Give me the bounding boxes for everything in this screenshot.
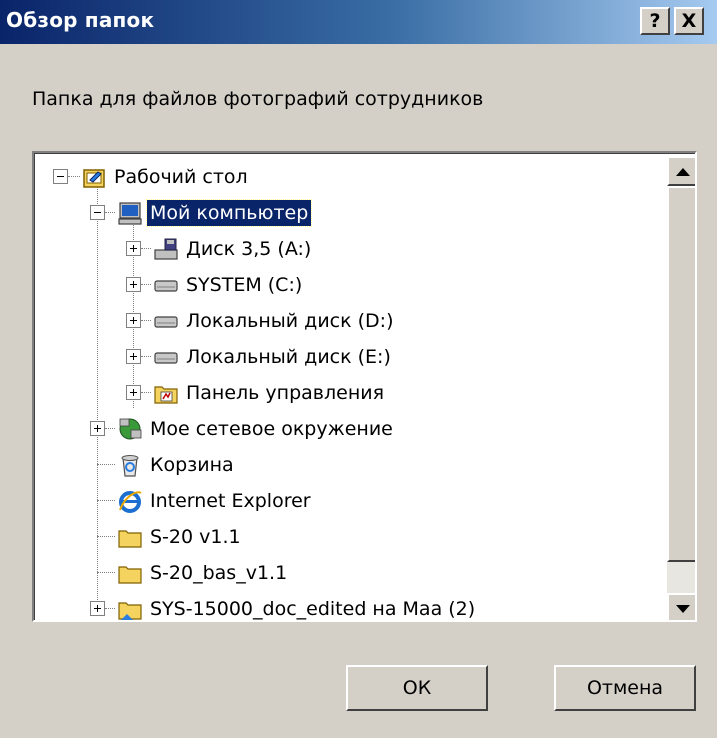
hard-drive-icon: [154, 316, 178, 328]
scroll-up-button[interactable]: [667, 156, 695, 186]
help-button[interactable]: ?: [640, 7, 670, 35]
folder-icon: [118, 566, 142, 584]
tree-item-drive-c[interactable]: SYSTEM (C:): [35, 270, 665, 300]
tree-item-label: Локальный диск (D:): [186, 310, 394, 332]
tree-item-label: Диск 3,5 (A:): [186, 238, 312, 260]
internet-explorer-icon: [119, 491, 142, 513]
scrollbar-thumb[interactable]: [667, 186, 695, 562]
tree-item-label: Рабочий стол: [114, 166, 248, 188]
ok-button[interactable]: ОК: [346, 665, 488, 711]
tree-item-label: Локальный диск (E:): [186, 346, 391, 368]
tree-item-network-places[interactable]: Мое сетевое окружение: [35, 414, 665, 444]
folder-icon: [118, 530, 142, 548]
tree-item-internet-explorer[interactable]: Internet Explorer: [35, 486, 665, 516]
expand-toggle[interactable]: [90, 601, 105, 616]
tree-item-control-panel[interactable]: Панель управления: [35, 378, 665, 408]
desktop-icon: [83, 169, 105, 188]
expand-toggle[interactable]: [126, 313, 141, 328]
expand-toggle[interactable]: [126, 385, 141, 400]
hard-drive-icon: [154, 280, 178, 292]
title-bar[interactable]: Обзор папок ? X: [0, 0, 717, 44]
scroll-down-button[interactable]: [667, 593, 695, 620]
tree-item-floppy[interactable]: Диск 3,5 (A:): [35, 234, 665, 264]
folder-tree[interactable]: Рабочий стол Мой компьютер Диск 3,5 (A:)…: [32, 151, 697, 622]
tree-item-desktop[interactable]: Рабочий стол: [35, 162, 665, 192]
network-places-icon: [119, 418, 142, 440]
vertical-scrollbar[interactable]: [667, 156, 695, 620]
floppy-drive-icon: [154, 238, 178, 260]
tree-item-label: Internet Explorer: [150, 490, 311, 512]
expand-toggle[interactable]: [126, 349, 141, 364]
down-arrow-icon: [676, 605, 690, 613]
tree-item-recycle-bin[interactable]: Корзина: [35, 450, 665, 480]
tree-item-drive-d[interactable]: Локальный диск (D:): [35, 306, 665, 336]
recycle-bin-icon: [121, 455, 139, 477]
tree-item-label: Панель управления: [186, 382, 385, 404]
tree-item-label: SYS-15000_doc_edited на Маа (2): [150, 598, 476, 620]
expand-toggle[interactable]: [126, 241, 141, 256]
tree-item-label: S-20 v1.1: [150, 526, 241, 548]
tree-item-shared-folder[interactable]: SYS-15000_doc_edited на Маа (2): [35, 594, 665, 620]
tree-item-drive-e[interactable]: Локальный диск (E:): [35, 342, 665, 372]
cancel-button[interactable]: Отмена: [554, 665, 696, 711]
tree-item-label: SYSTEM (C:): [186, 274, 303, 296]
hard-drive-icon: [154, 352, 178, 364]
collapse-toggle[interactable]: [53, 169, 68, 184]
tree-item-label: Мое сетевое окружение: [150, 418, 393, 440]
tree-item-label: S-20_bas_v1.1: [150, 562, 288, 584]
tree-item-label: Мой компьютер: [145, 199, 313, 227]
shared-folder-icon: [118, 602, 142, 620]
window-title: Обзор папок: [6, 8, 155, 32]
up-arrow-icon: [676, 168, 690, 176]
close-button[interactable]: X: [674, 7, 704, 35]
tree-item-my-computer[interactable]: Мой компьютер: [35, 198, 665, 228]
tree-item-label: Корзина: [150, 454, 234, 476]
dialog-prompt: Папка для файлов фотографий сотрудников: [32, 88, 484, 110]
expand-toggle[interactable]: [90, 421, 105, 436]
control-panel-icon: [154, 386, 178, 404]
expand-toggle[interactable]: [126, 277, 141, 292]
browse-folder-dialog: Обзор папок ? X Папка для файлов фотогра…: [0, 0, 717, 738]
collapse-toggle[interactable]: [90, 205, 105, 220]
tree-item-folder-s20-bas[interactable]: S-20_bas_v1.1: [35, 558, 665, 588]
my-computer-icon: [118, 202, 142, 225]
tree-item-folder-s20[interactable]: S-20 v1.1: [35, 522, 665, 552]
